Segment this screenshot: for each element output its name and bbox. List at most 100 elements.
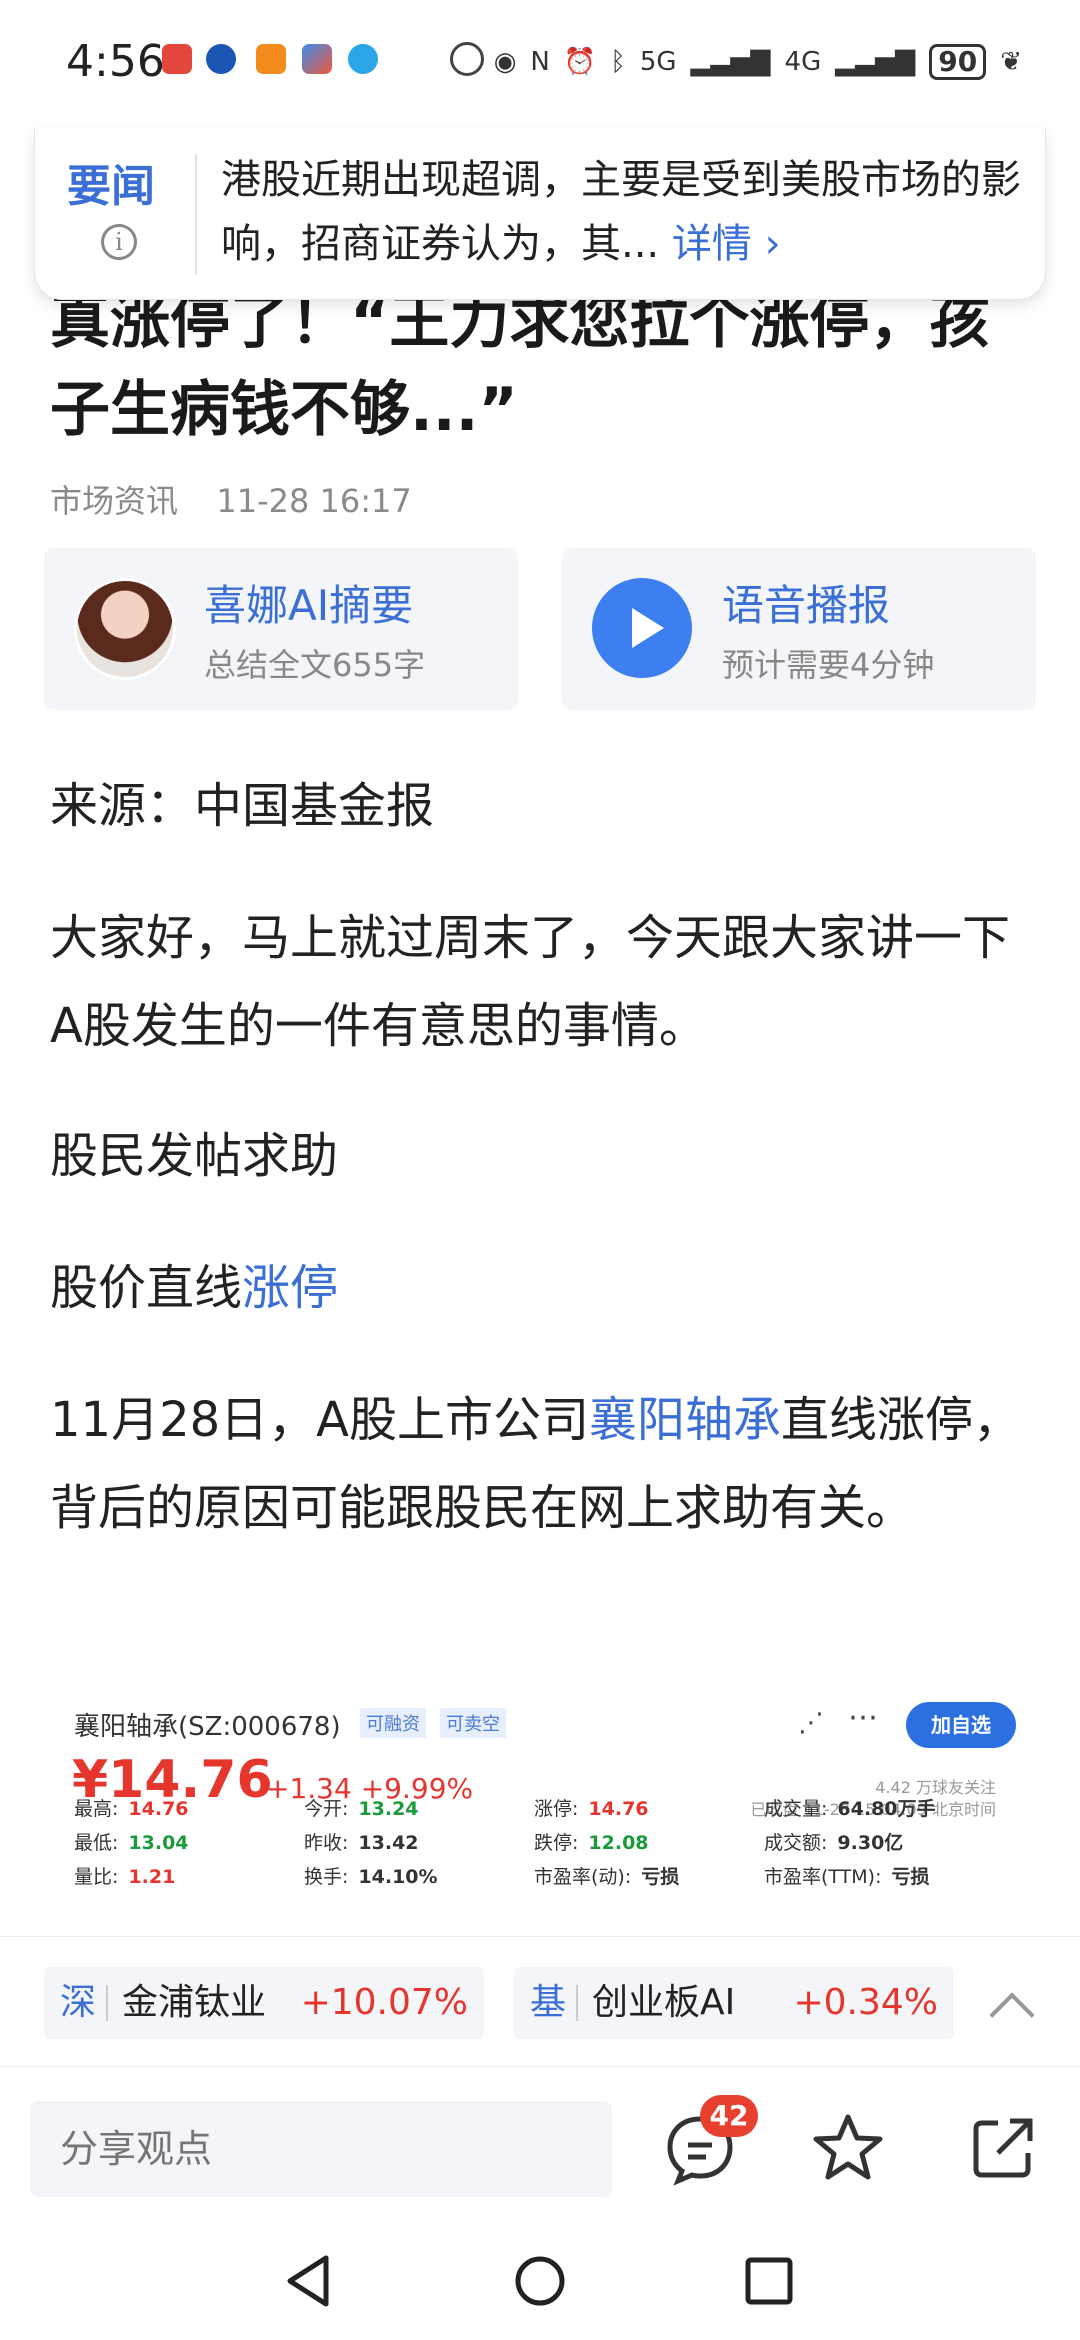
bluetooth-icon: ᛒ [610, 47, 626, 77]
stat-label: 市盈率(TTM): [764, 1866, 882, 1888]
article-meta: 市场资讯 11-28 16:17 [50, 476, 412, 522]
ticker-change: +10.07% [300, 1982, 468, 2023]
comment-input[interactable] [30, 2101, 612, 2197]
signal-5g: 5G [639, 47, 677, 77]
voice-subtitle: 预计需要4分钟 [722, 646, 935, 684]
info-icon[interactable]: i [101, 224, 137, 260]
leaf-icon: ❦ [1000, 47, 1022, 77]
stock-stat: 最低: 13.04 [74, 1828, 189, 1855]
stock-stat: 换手: 14.10% [304, 1862, 438, 1889]
voice-broadcast-card[interactable]: 语音播报 预计需要4分钟 [562, 548, 1036, 710]
section-heading-2: 股价直线涨停 [50, 1244, 1040, 1332]
star-icon[interactable] [808, 2107, 888, 2187]
stat-value: 亏损 [891, 1866, 930, 1888]
heading-2-text: 股价直线 [50, 1260, 243, 1316]
source-name[interactable]: 市场资讯 [50, 482, 178, 520]
divider [576, 1985, 578, 2021]
nfc-icon: N [530, 47, 550, 77]
stat-label: 跌停: [534, 1832, 579, 1854]
stat-label: 市盈率(动): [534, 1866, 632, 1888]
stock-link[interactable]: 襄阳轴承 [589, 1392, 781, 1448]
paragraph-3: 11月28日，A股上市公司襄阳轴承直线涨停，背后的原因可能跟股民在网上求助有关。 [50, 1376, 1040, 1552]
ai-summary-title: 喜娜AI摘要 [204, 581, 414, 630]
stock-stat: 市盈率(TTM): 亏损 [764, 1862, 930, 1889]
ai-summary-subtitle: 总结全文655字 [204, 646, 426, 684]
divider [195, 154, 197, 274]
comment-bar: 42 [0, 2066, 1080, 2222]
signal-bars-icon: ▂▃▅▇ [690, 47, 771, 77]
headline-toast[interactable]: 要闻 i 港股近期出现超调，主要是受到美股市场的影响，招商证券认为，其... 详… [34, 128, 1046, 300]
signal-bars-icon: ▂▃▅▇ [835, 47, 916, 77]
ticker-change: +0.34% [793, 1982, 938, 2023]
toast-badge: 要闻 [67, 161, 155, 212]
stat-value: 14.76 [588, 1798, 649, 1820]
stock-stat: 涨停: 14.76 [534, 1794, 649, 1821]
signal-4g: 4G [784, 47, 822, 77]
comment-count-badge: 42 [700, 2095, 758, 2137]
forward-icon[interactable] [964, 2107, 1044, 2187]
stock-stat: 跌停: 12.08 [534, 1828, 649, 1855]
divider [106, 1985, 108, 2021]
stat-label: 最低: [74, 1832, 119, 1854]
paragraph-3-prefix: 11月28日，A股上市公司 [50, 1392, 589, 1448]
huawei-app-icon [162, 44, 192, 74]
ticker-name: 金浦钛业 [122, 1982, 267, 2023]
stock-stat: 昨收: 13.42 [304, 1828, 419, 1855]
stat-label: 换手: [304, 1866, 349, 1888]
stat-label: 涨停: [534, 1798, 579, 1820]
recents-nav-icon[interactable] [734, 2246, 804, 2316]
section-heading-1: 股民发帖求助 [50, 1128, 339, 1184]
toast-details-link[interactable]: 详情 › [672, 221, 781, 267]
stat-value: 14.76 [128, 1798, 189, 1820]
stat-value: 1.21 [128, 1866, 176, 1888]
more-icon: ⋯ [848, 1700, 878, 1735]
publish-time: 11-28 16:17 [216, 482, 412, 520]
stat-label: 成交额: [764, 1832, 828, 1854]
ticker-item[interactable]: 基 创业板AI +0.34% [514, 1967, 954, 2039]
stat-label: 昨收: [304, 1832, 349, 1854]
article-title: 真涨停了！“王力求您拉个涨停，孩子生病钱不够...” [50, 290, 990, 445]
home-nav-icon[interactable] [505, 2246, 575, 2316]
avatar [74, 578, 176, 680]
toast-message: 港股近期出现超调，主要是受到美股市场的影响，招商证券认为，其... [221, 157, 1021, 267]
ticker-name: 创业板AI [592, 1982, 736, 2023]
stock-stat: 今开: 13.24 [304, 1794, 419, 1821]
taobao-app-icon [256, 44, 286, 74]
bank-app-icon [206, 44, 236, 74]
stock-name: 襄阳轴承(SZ:000678) [74, 1712, 341, 1742]
browser-app-icon [348, 44, 378, 74]
stock-stat: 最高: 14.76 [74, 1794, 189, 1821]
notification-app-icon [450, 42, 484, 76]
stat-label: 成交量: [764, 1798, 828, 1820]
stat-value: 13.04 [128, 1832, 189, 1854]
toast-text: 港股近期出现超调，主要是受到美股市场的影响，招商证券认为，其... 详情 › [221, 148, 1021, 276]
source-paragraph: 来源：中国基金报 [50, 778, 435, 834]
stock-quote-image: 襄阳轴承(SZ:000678) 可融资 可卖空 ⋰ ⋯ 加自选 ¥14.76 +… [50, 1686, 1030, 1932]
stock-stat: 成交额: 9.30亿 [764, 1828, 903, 1855]
alarm-icon: ⏰ [563, 47, 597, 77]
stat-label: 最高: [74, 1798, 119, 1820]
ticker-market: 深 [60, 1982, 97, 2023]
voice-title: 语音播报 [722, 581, 891, 630]
stat-value: 13.24 [358, 1798, 419, 1820]
back-nav-icon[interactable] [274, 2246, 344, 2316]
share-icon: ⋰ [798, 1708, 824, 1738]
play-icon[interactable] [592, 578, 692, 678]
status-bar: 4:56 ◉ N ⏰ ᛒ 5G ▂▃▅▇ 4G ▂▃▅▇ 90 ❦ [0, 0, 1080, 120]
intro-paragraph: 大家好，马上就过周末了，今天跟大家讲一下A股发生的一件有意思的事情。 [50, 910, 1011, 1054]
limit-up-link[interactable]: 涨停 [242, 1260, 338, 1316]
ticker-bar: 深 金浦钛业 +10.07% 基 创业板AI +0.34% [0, 1936, 1080, 2066]
stat-label: 量比: [74, 1866, 119, 1888]
status-indicators: ◉ N ⏰ ᛒ 5G ▂▃▅▇ 4G ▂▃▅▇ 90 ❦ [494, 40, 1022, 84]
margin-tag: 可融资 [360, 1708, 426, 1738]
system-nav-bar [0, 2222, 1080, 2340]
chevron-up-icon[interactable] [989, 1992, 1035, 2038]
stat-value: 13.42 [358, 1832, 419, 1854]
maps-app-icon [302, 44, 332, 74]
stat-value: 亏损 [641, 1866, 680, 1888]
ticker-item[interactable]: 深 金浦钛业 +10.07% [44, 1967, 484, 2039]
ai-summary-card[interactable]: 喜娜AI摘要 总结全文655字 [44, 548, 518, 710]
battery-indicator: 90 [929, 44, 987, 80]
stock-stat: 量比: 1.21 [74, 1862, 175, 1889]
title-region: 真涨停了！“王力求您拉个涨停，孩子生病钱不够...” [0, 290, 1080, 450]
